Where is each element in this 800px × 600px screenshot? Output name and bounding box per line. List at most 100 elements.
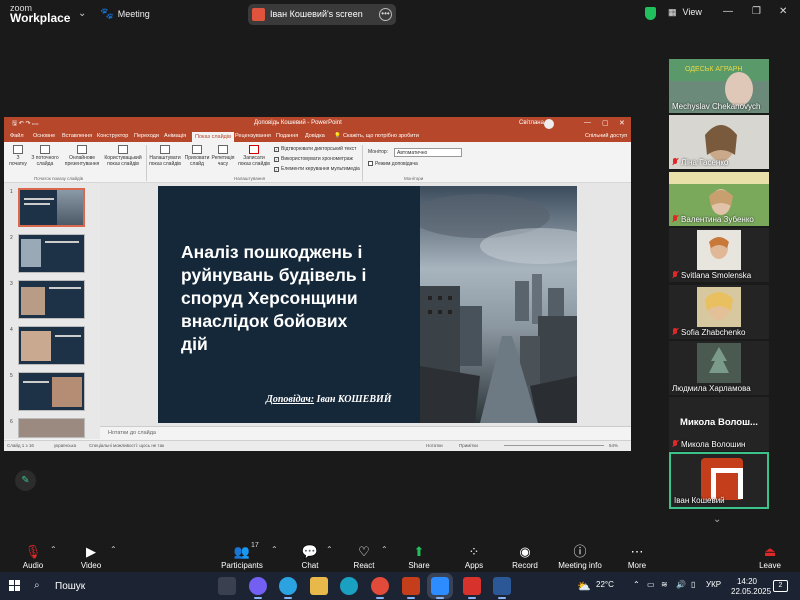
ppt-user-avatar[interactable] <box>544 119 554 129</box>
word-icon[interactable] <box>493 577 511 599</box>
meeting-menu-button[interactable]: 🐾 Meeting <box>100 7 150 20</box>
quick-access-icons[interactable]: 🖫 ↶ ↷ ▭ <box>12 119 38 129</box>
chevron-down-icon[interactable]: ⌄ <box>78 8 86 19</box>
leave-button[interactable]: ⏏ Leave <box>756 544 784 570</box>
tab-home[interactable]: Основне <box>33 133 55 139</box>
notes-pane[interactable]: Нотатки до слайда <box>100 426 631 440</box>
file-explorer-icon[interactable] <box>310 577 328 595</box>
rehearse-button[interactable]: Репетиція часу <box>211 145 235 167</box>
participant-tile[interactable]: Людмила Харламова <box>669 341 769 395</box>
viber-icon[interactable] <box>249 577 267 599</box>
media-controls-checkbox[interactable]: ✓ Елементи керування мультимедіа <box>274 166 360 172</box>
react-options-chevron-icon[interactable]: ⌃ <box>381 545 388 554</box>
online-present-button[interactable]: Онлайнове презентування <box>64 145 100 167</box>
participant-tile[interactable]: ОДЕСЬК АГРАРН Mechyslav Chekanovych <box>669 59 769 113</box>
participant-tile[interactable]: Валентина Зубенко <box>669 172 769 226</box>
restore-icon[interactable]: ❐ <box>752 6 761 17</box>
keyboard-language[interactable]: УКР <box>706 580 721 589</box>
notifications-icon[interactable]: 2 <box>773 580 788 592</box>
participant-tile[interactable]: Svitlana Smolenska <box>669 228 769 282</box>
language-indicator[interactable]: українська <box>54 443 76 448</box>
tab-help[interactable]: Довідка <box>305 133 325 139</box>
video-options-chevron-icon[interactable]: ⌃ <box>110 545 117 554</box>
comments-button[interactable]: Примітки <box>459 443 478 448</box>
slide-thumbnail-2[interactable] <box>18 234 85 273</box>
battery-icon[interactable]: ▯ <box>691 580 695 589</box>
screen-share-banner[interactable]: Іван Кошевий's screen ••• <box>248 4 396 25</box>
slide-thumbnail-3[interactable] <box>18 280 85 319</box>
notes-toggle-button[interactable]: Нотатки <box>426 443 443 448</box>
chat-button[interactable]: 💬 Chat <box>297 544 323 570</box>
audio-button[interactable]: 🎙 Audio <box>18 544 48 570</box>
windows-start-icon[interactable] <box>9 580 21 592</box>
edge-icon[interactable] <box>340 577 358 595</box>
slide-thumbnail-4[interactable] <box>18 326 85 365</box>
scroll-participants-down-icon[interactable]: ⌄ <box>713 514 721 525</box>
ppt-restore-icon[interactable]: ▢ <box>602 119 609 127</box>
task-view-icon[interactable] <box>218 577 236 595</box>
ppt-share-button[interactable]: Спільний доступ <box>585 133 627 139</box>
participants-options-chevron-icon[interactable]: ⌃ <box>271 545 278 554</box>
chat-options-chevron-icon[interactable]: ⌃ <box>326 545 333 554</box>
taskbar-search[interactable]: ⌕ Пошук <box>30 577 208 596</box>
tab-review[interactable]: Рецензування <box>235 133 271 139</box>
tell-me-search[interactable]: Скажіть, що потрібно зробити <box>343 133 419 139</box>
temperature[interactable]: 22°C <box>596 580 614 589</box>
more-options-icon[interactable]: ••• <box>379 8 392 21</box>
record-show-button[interactable]: Записати показ слайдів <box>237 145 271 167</box>
taskbar-clock[interactable]: 14:20 22.05.2025 <box>731 577 771 597</box>
slide-thumbnail-5[interactable] <box>18 372 85 411</box>
presenter-view-checkbox[interactable]: Режим доповідача <box>368 161 418 167</box>
from-start-button[interactable]: З початку <box>8 145 28 167</box>
powerpoint-taskbar-icon[interactable] <box>402 577 420 599</box>
chevron-up-icon[interactable]: ⌃ <box>633 580 640 589</box>
annotate-pencil-icon[interactable]: ✎ <box>15 470 36 491</box>
view-button[interactable]: ▦ View <box>668 7 702 18</box>
minimize-icon[interactable]: — <box>723 6 733 17</box>
more-button[interactable]: ⋯ More <box>623 544 651 570</box>
hide-slide-button[interactable]: Приховати слайд <box>184 145 210 167</box>
weather-icon[interactable]: ⛅ <box>577 580 591 593</box>
zoom-workplace-logo[interactable]: zoom Workplace <box>10 3 70 24</box>
security-shield-icon[interactable] <box>645 7 656 20</box>
participant-tile[interactable]: Ліна Гасенко <box>669 115 769 169</box>
current-slide[interactable]: Аналіз пошкоджень і руйнувань будівель і… <box>158 186 577 423</box>
tab-transitions[interactable]: Переходи <box>134 133 159 139</box>
audio-options-chevron-icon[interactable]: ⌃ <box>50 545 57 554</box>
tab-animations[interactable]: Анімація <box>164 133 186 139</box>
meeting-info-button[interactable]: ⓘ Meeting info <box>557 544 603 570</box>
participant-tile[interactable]: Микола Волош... Микола Волошин <box>669 397 769 451</box>
wifi-icon[interactable]: ≋ <box>661 580 668 589</box>
tab-file[interactable]: Файл <box>10 133 24 139</box>
accessibility-status[interactable]: Спеціальні можливості: щось не так <box>89 443 164 448</box>
chrome-icon[interactable] <box>371 577 389 599</box>
participant-tile[interactable]: Sofia Zhabchenko <box>669 285 769 339</box>
pdf-reader-icon[interactable] <box>463 577 481 599</box>
slide-thumbnail-6[interactable] <box>18 418 85 438</box>
record-button[interactable]: ◉ Record <box>509 544 541 570</box>
network-icon[interactable]: ▭ <box>647 580 655 589</box>
tab-design[interactable]: Конструктор <box>97 133 128 139</box>
ppt-close-icon[interactable]: ✕ <box>619 119 625 127</box>
close-icon[interactable]: ✕ <box>779 6 787 17</box>
setup-show-button[interactable]: Налаштувати показ слайдів <box>148 145 182 167</box>
participant-tile-active-speaker[interactable]: Іван Кошевий <box>669 452 769 509</box>
timings-checkbox[interactable]: ✓ Використовувати хронометраж <box>274 156 353 162</box>
share-button[interactable]: ⬆ Share <box>405 544 433 570</box>
apps-button[interactable]: ⁘ Apps <box>461 544 487 570</box>
custom-show-button[interactable]: Користувацький показ слайдів <box>102 145 144 167</box>
from-current-button[interactable]: З поточного слайда <box>30 145 60 167</box>
tab-slide-show[interactable]: Показ слайдів <box>192 132 235 142</box>
react-button[interactable]: ♡ React <box>351 544 377 570</box>
telegram-icon[interactable] <box>279 577 297 599</box>
speaker-icon[interactable]: 🔊 <box>676 580 686 589</box>
participants-button[interactable]: 👥 17 Participants <box>220 542 264 570</box>
zoom-level[interactable]: 54% <box>609 443 618 448</box>
tab-insert[interactable]: Вставлення <box>62 133 92 139</box>
narration-checkbox[interactable]: ✓ Відтворювати дикторський текст <box>274 146 356 152</box>
ppt-minimize-icon[interactable]: — <box>584 119 591 126</box>
zoom-taskbar-icon[interactable] <box>427 573 453 599</box>
tab-view[interactable]: Подання <box>276 133 298 139</box>
monitor-select[interactable]: Автоматично <box>394 148 462 157</box>
zoom-slider[interactable] <box>504 445 604 446</box>
